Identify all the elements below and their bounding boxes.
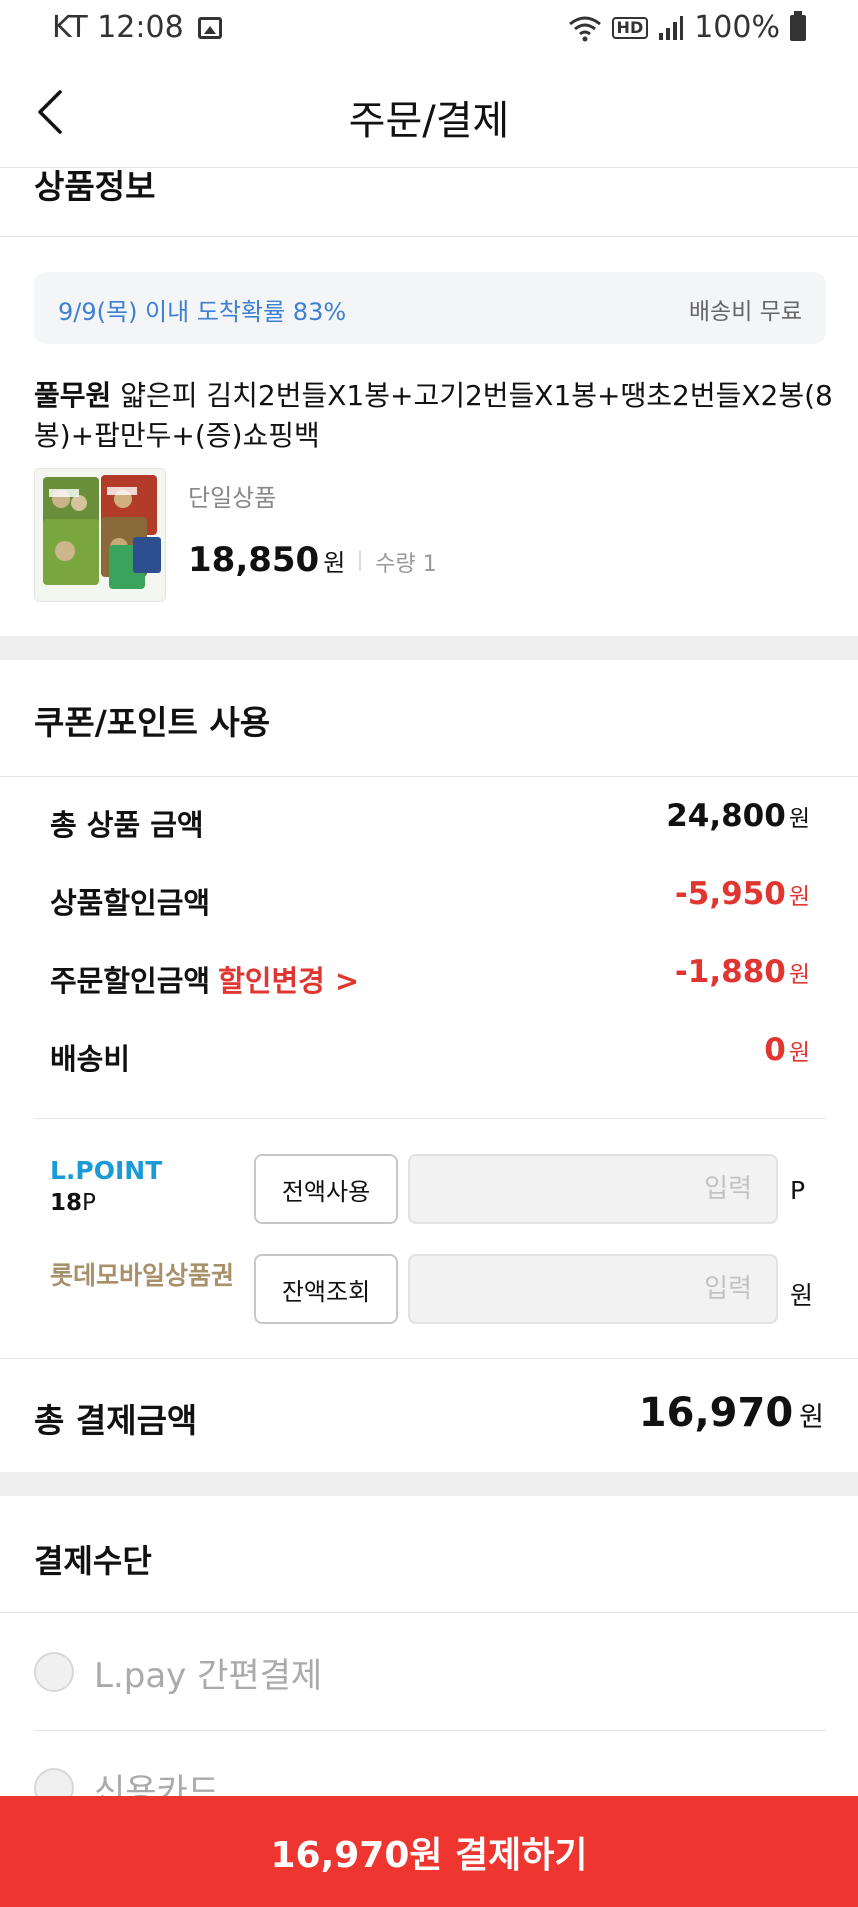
- product-price-row: 18,850 원 수량 1: [188, 540, 437, 580]
- summary-label-text: 주문할인금액: [50, 964, 211, 998]
- summary-unit: 원: [788, 962, 810, 988]
- battery-percent: 100%: [694, 10, 780, 45]
- wifi-icon: [568, 16, 601, 41]
- section-gap: [0, 1472, 858, 1496]
- gallery-notification-icon: [197, 16, 222, 39]
- hd-voice-icon: HD: [611, 16, 649, 39]
- inner-divider: [34, 1118, 826, 1119]
- payment-method-title: 결제수단: [34, 1542, 152, 1580]
- summary-label: 상품할인금액: [50, 886, 211, 920]
- gift-card-unit: 원: [790, 1281, 814, 1310]
- summary-label: 총 상품 금액: [50, 808, 204, 842]
- product-quantity: 수량 1: [375, 552, 437, 577]
- product-brand: 풀무원: [34, 379, 112, 412]
- gift-card-input[interactable]: [408, 1254, 778, 1324]
- product-section-title: 상품정보: [34, 167, 156, 206]
- app-header: 주문/결제: [0, 60, 858, 168]
- use-all-points-button[interactable]: 전액사용: [254, 1154, 398, 1224]
- summary-unit: 원: [788, 806, 810, 832]
- lpoint-input[interactable]: [408, 1154, 778, 1224]
- summary-row-total-product: 총 상품 금액 24,800 원: [50, 798, 810, 848]
- summary-unit: 원: [788, 1040, 810, 1066]
- status-right: HD 100%: [568, 10, 806, 45]
- summary-value: 0 원: [764, 1032, 810, 1068]
- summary-amount: 0: [764, 1032, 786, 1068]
- summary-value: 24,800 원: [666, 798, 810, 834]
- summary-row-shipping: 배송비 0 원: [50, 1032, 810, 1082]
- summary-label: 배송비: [50, 1042, 131, 1076]
- coupon-section-title: 쿠폰/포인트 사용: [34, 703, 271, 742]
- summary-label: 주문할인금액 할인변경 >: [50, 958, 359, 1000]
- payment-option-label: L.pay 간편결제: [94, 1656, 323, 1696]
- signal-icon: [659, 15, 684, 40]
- status-bar: KT 12:08 HD 100%: [0, 0, 858, 60]
- summary-amount: -1,880: [674, 954, 786, 990]
- section-divider: [0, 236, 858, 237]
- page-title: 주문/결제: [348, 98, 510, 144]
- summary-value: -5,950 원: [675, 876, 810, 912]
- battery-icon: [790, 10, 806, 41]
- price-separator: [359, 551, 362, 571]
- change-discount-link[interactable]: 할인변경 >: [218, 964, 359, 998]
- product-image: [35, 469, 165, 601]
- section-divider: [0, 1612, 858, 1613]
- radio-button[interactable]: [34, 1652, 74, 1692]
- section-divider: [0, 1358, 858, 1359]
- total-unit: 원: [799, 1402, 824, 1433]
- delivery-eta: 9/9(목) 이내 도착확률 83%: [58, 298, 347, 326]
- summary-row-order-discount: 주문할인금액 할인변경 > -1,880 원: [50, 954, 810, 1004]
- summary-value: -1,880 원: [675, 954, 810, 990]
- inner-divider: [34, 1730, 826, 1731]
- delivery-info-box: 9/9(목) 이내 도착확률 83% 배송비 무료: [34, 272, 826, 344]
- status-left: KT 12:08: [52, 10, 222, 45]
- pay-button[interactable]: 16,970원 결제하기: [0, 1796, 858, 1907]
- summary-amount: 24,800: [666, 798, 786, 834]
- total-amount: 16,970: [638, 1390, 794, 1436]
- product-price-unit: 원: [323, 549, 346, 577]
- lpoint-label: L.POINT: [50, 1156, 163, 1185]
- product-name: 풀무원 얇은피 김치2번들X1봉+고기2번들X1봉+땡초2번들X2봉(8봉)+팝…: [34, 376, 834, 456]
- summary-unit: 원: [788, 884, 810, 910]
- payment-option-lpay[interactable]: L.pay 간편결제: [34, 1638, 826, 1708]
- check-balance-button[interactable]: 잔액조회: [254, 1254, 398, 1324]
- carrier-time: KT 12:08: [52, 10, 184, 45]
- lpoint-unit: P: [790, 1176, 806, 1205]
- total-value: 16,970 원: [639, 1390, 824, 1436]
- product-title: 얇은피 김치2번들X1봉+고기2번들X1봉+땡초2번들X2봉(8봉)+팝만두+(…: [34, 379, 833, 452]
- product-thumbnail[interactable]: [34, 468, 166, 602]
- section-divider: [0, 776, 858, 777]
- delivery-fee: 배송비 무료: [688, 299, 802, 325]
- gift-card-label: 롯데모바일상품권: [50, 1261, 235, 1290]
- lpoint-balance: 18P: [50, 1190, 96, 1216]
- summary-amount: -5,950: [674, 876, 786, 912]
- section-gap: [0, 636, 858, 660]
- product-price: 18,850: [188, 540, 320, 580]
- lpoint-balance-value: 18: [50, 1190, 83, 1216]
- total-label: 총 결제금액: [34, 1401, 198, 1440]
- pay-button-label: 16,970원 결제하기: [270, 1834, 588, 1876]
- product-option: 단일상품: [188, 484, 277, 512]
- lpoint-balance-unit: P: [82, 1190, 96, 1216]
- summary-row-product-discount: 상품할인금액 -5,950 원: [50, 876, 810, 926]
